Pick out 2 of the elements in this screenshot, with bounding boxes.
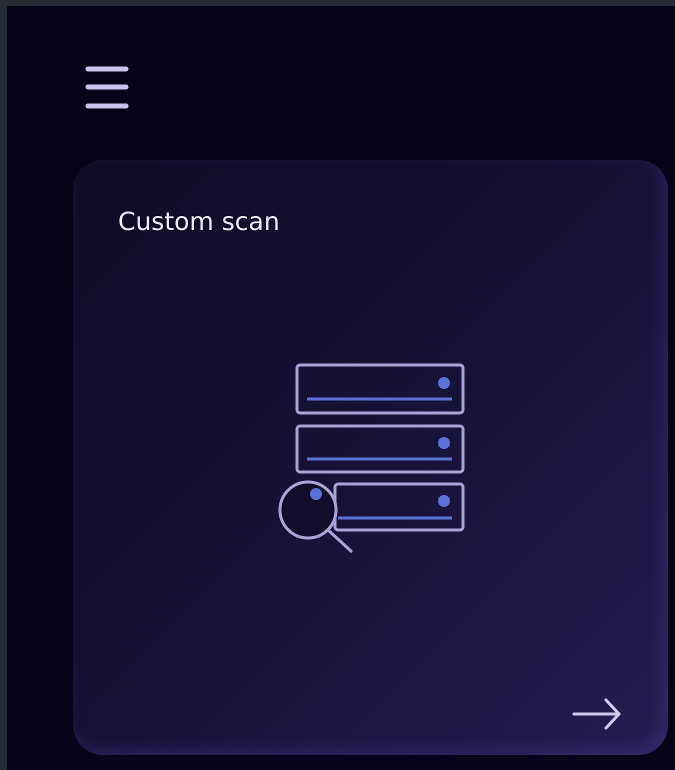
server-search-icon (277, 363, 467, 553)
card-title: Custom scan (118, 206, 281, 238)
